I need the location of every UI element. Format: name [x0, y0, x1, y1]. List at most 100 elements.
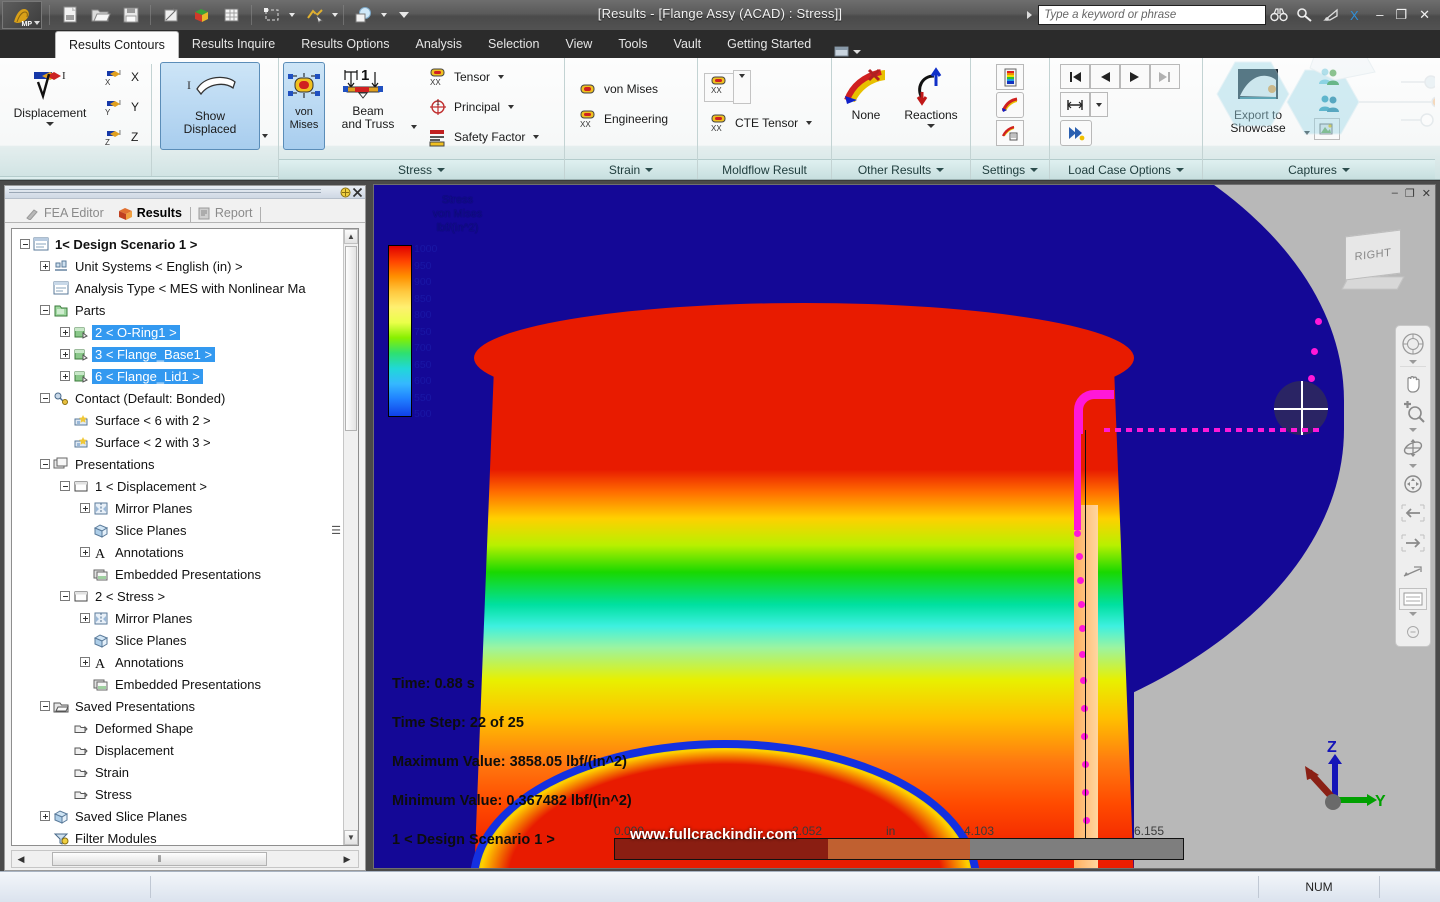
zoom-icon[interactable] [1398, 398, 1428, 426]
exchange-app-icon[interactable]: X [1344, 2, 1370, 28]
legend-settings-button[interactable] [996, 64, 1024, 90]
ribbon-group-title-load-case[interactable]: Load Case Options [1050, 159, 1202, 180]
tree-item[interactable]: 1 < Displacement > [18, 475, 358, 497]
tree-item[interactable]: 1< Design Scenario 1 > [18, 233, 358, 255]
tree-item[interactable]: AAnnotations [18, 651, 358, 673]
tree-expand-icon[interactable] [80, 503, 90, 513]
tab-analysis[interactable]: Analysis [402, 30, 475, 58]
viewport-minimize-button[interactable]: – [1392, 187, 1398, 200]
panel-pin-icon[interactable] [339, 186, 351, 198]
scroll-up-button[interactable]: ▲ [344, 229, 358, 244]
tree-item[interactable]: Mirror Planes [18, 497, 358, 519]
panel-drag-handle[interactable] [9, 189, 321, 195]
window-view-dropdown-icon[interactable] [1409, 612, 1417, 616]
safety-factor-dropdown-icon[interactable] [533, 135, 539, 139]
panel-close-icon[interactable] [351, 186, 363, 198]
moldflow-result-split-button[interactable]: XX [704, 73, 734, 102]
displacement-button[interactable]: I Displacement [4, 62, 96, 126]
first-step-button[interactable] [1060, 64, 1090, 89]
tree-collapse-icon[interactable] [60, 481, 70, 491]
hscroll-right-button[interactable]: ▶ [338, 854, 356, 865]
tree-collapse-icon[interactable] [40, 459, 50, 469]
tree-expand-icon[interactable] [40, 261, 50, 271]
show-displaced-dropdown-icon[interactable] [262, 134, 268, 138]
group-expand-icon[interactable] [437, 168, 445, 172]
tree-item[interactable]: Slice Planes [18, 629, 358, 651]
ribbon-group-title-stress[interactable]: Stress [279, 159, 564, 180]
tab-results-contours[interactable]: Results Contours [55, 31, 179, 58]
tree-item[interactable]: 3 < Flange_Base1 > [18, 343, 358, 365]
tab-results-inquire[interactable]: Results Inquire [179, 30, 288, 58]
orbit-icon[interactable] [1398, 434, 1428, 462]
ribbon-group-title-displacement[interactable]: Displacement [0, 176, 278, 180]
zoom-dropdown-icon[interactable] [1409, 428, 1417, 432]
load-case-select-button[interactable] [1060, 92, 1090, 117]
model-tree[interactable]: 1< Design Scenario 1 >Unit Systems < Eng… [11, 228, 359, 846]
look-at-icon[interactable] [1398, 470, 1428, 498]
view-cube[interactable]: RIGHT [1339, 227, 1413, 297]
safety-factor-button[interactable]: Safety Factor [423, 122, 543, 152]
tree-item[interactable]: Deformed Shape [18, 717, 358, 739]
tree-expand-icon[interactable] [40, 811, 50, 821]
tree-collapse-icon[interactable] [40, 701, 50, 711]
previous-view-icon[interactable] [1398, 499, 1428, 527]
tab-results-options[interactable]: Results Options [288, 30, 402, 58]
tree-expand-icon[interactable] [80, 613, 90, 623]
group-expand-icon[interactable] [936, 168, 944, 172]
tree-expand-icon[interactable] [80, 657, 90, 667]
load-case-dropdown-button[interactable] [1090, 92, 1108, 117]
viewport-close-button[interactable]: ✕ [1422, 187, 1431, 200]
ribbon-group-title-settings[interactable]: Settings [971, 159, 1049, 180]
tree-item[interactable]: Filter Modules [18, 827, 358, 846]
tree-item[interactable]: Presentations [18, 453, 358, 475]
tree-collapse-icon[interactable] [60, 591, 70, 601]
ribbon-display-options[interactable] [824, 45, 871, 58]
tab-selection[interactable]: Selection [475, 30, 552, 58]
group-expand-icon[interactable] [1176, 168, 1184, 172]
close-button[interactable]: ✕ [1413, 0, 1440, 30]
beam-and-truss-button[interactable]: 1 Beam and Truss [325, 62, 411, 131]
tree-horizontal-scrollbar[interactable]: ◀ ⦀ ▶ [11, 850, 359, 868]
stress-principal-button[interactable]: 1 Principal [423, 92, 543, 122]
displacement-z-button[interactable]: ZI Z [100, 122, 143, 152]
animate-results-button[interactable] [1060, 120, 1092, 146]
fit-view-icon[interactable] [1398, 559, 1428, 587]
tab-tools[interactable]: Tools [605, 30, 660, 58]
von-mises-stress-button[interactable]: von Mises [283, 62, 325, 150]
results-viewport[interactable]: – ❐ ✕ Stress von Mises lbf/(in^2) 100095… [373, 184, 1436, 869]
last-step-button[interactable] [1150, 64, 1180, 89]
probe-marker[interactable] [1274, 381, 1328, 435]
search-input[interactable]: Type a keyword or phrase [1038, 5, 1266, 25]
binoculars-icon[interactable] [1266, 2, 1292, 28]
tree-item[interactable]: Embedded Presentations [18, 563, 358, 585]
steering-wheel-dropdown-icon[interactable] [1409, 360, 1417, 364]
next-view-icon[interactable] [1398, 529, 1428, 557]
other-results-none-button[interactable]: None [838, 62, 894, 122]
group-expand-icon[interactable] [1342, 168, 1350, 172]
tree-expand-icon[interactable] [60, 327, 70, 337]
tab-report[interactable]: Report [191, 206, 261, 222]
panel-title-bar[interactable] [5, 186, 365, 199]
satellite-dish-icon[interactable] [1318, 2, 1344, 28]
tree-item[interactable]: Embedded Presentations [18, 673, 358, 695]
tab-getting-started[interactable]: Getting Started [714, 30, 824, 58]
tree-item[interactable]: Displacement [18, 739, 358, 761]
help-search-icon[interactable] [1292, 2, 1318, 28]
tree-collapse-icon[interactable] [20, 239, 30, 249]
displacement-dropdown-icon[interactable] [46, 122, 54, 126]
tree-item[interactable]: 6 < Flange_Lid1 > [18, 365, 358, 387]
tree-scroll-thumb[interactable] [345, 246, 357, 431]
reactions-dropdown-icon[interactable] [927, 124, 935, 128]
orbit-dropdown-icon[interactable] [1409, 464, 1417, 468]
tree-expand-icon[interactable] [60, 349, 70, 359]
status-resize-grip[interactable] [1380, 872, 1440, 902]
hscroll-left-button[interactable]: ◀ [12, 854, 30, 865]
tree-item[interactable]: Slice Planes [18, 519, 358, 541]
tree-item[interactable]: Surface < 6 with 2 > [18, 409, 358, 431]
pan-hand-icon[interactable] [1398, 369, 1428, 397]
tree-item[interactable]: Saved Presentations [18, 695, 358, 717]
viewport-restore-button[interactable]: ❐ [1405, 187, 1415, 200]
tree-expand-icon[interactable] [80, 547, 90, 557]
stress-tensor-button[interactable]: XX Tensor [423, 62, 543, 92]
tree-collapse-icon[interactable] [40, 305, 50, 315]
